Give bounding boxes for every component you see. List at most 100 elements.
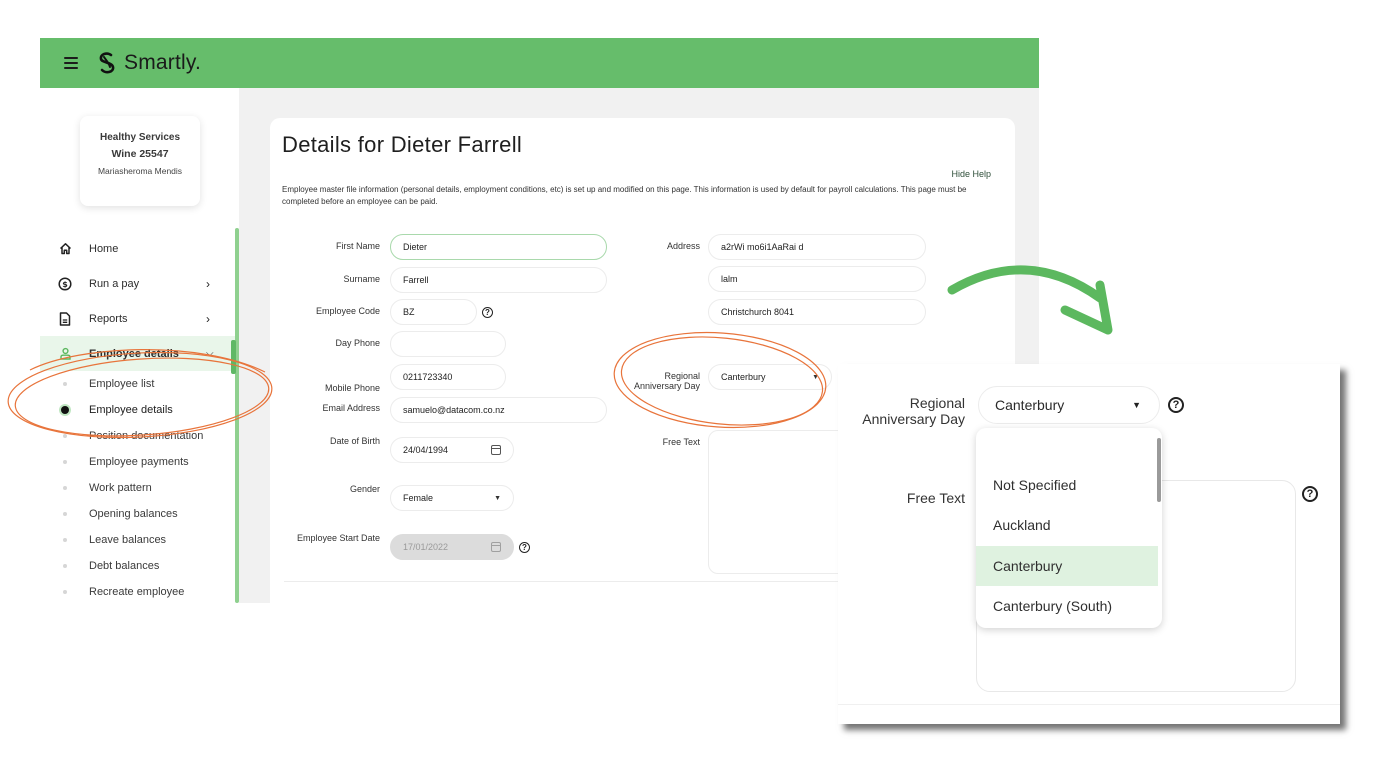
regional-anniversary-dropdown: Not Specified Auckland Canterbury Canter… (976, 428, 1162, 628)
caret-down-icon: ▼ (494, 494, 501, 502)
bullet-icon (63, 512, 67, 516)
bullet-icon (63, 590, 67, 594)
dropdown-option-not-specified[interactable]: Not Specified (976, 465, 1158, 505)
help-icon[interactable]: ? (1302, 486, 1318, 502)
surname-label: Surname (343, 274, 380, 284)
address-line1-input[interactable]: a2rWi mo6i1AaRai d (708, 234, 926, 260)
dropdown-scrollbar[interactable] (1157, 438, 1161, 502)
sidebar-subitem-work-pattern[interactable]: Work pattern (40, 475, 235, 501)
hamburger-icon[interactable] (64, 57, 78, 69)
email-label: Email Address (322, 403, 380, 413)
label-line: Regional (909, 395, 965, 411)
sidebar-item-label: Home (89, 242, 119, 255)
address-line2-input[interactable]: lalm (708, 266, 926, 292)
employee-code-label: Employee Code (315, 306, 380, 316)
svg-text:$: $ (62, 280, 68, 289)
callout-regional-select[interactable]: Canterbury ▼ (978, 386, 1160, 424)
sidebar-subitem-label: Recreate employee (89, 586, 185, 598)
employee-code-input[interactable]: BZ (390, 299, 477, 325)
sidebar-item-employee-details[interactable]: Employee details ⌵ (40, 336, 235, 371)
mobile-phone-label: Mobile Phone (324, 383, 380, 393)
start-date-value: 17/01/2022 (403, 542, 449, 552)
sidebar-subitem-opening-balances[interactable]: Opening balances (40, 501, 235, 527)
smartly-logo-icon (99, 52, 115, 74)
gender-label: Gender (349, 484, 380, 494)
sidebar-subitem-employee-list[interactable]: Employee list (40, 371, 235, 397)
sidebar-subitem-recreate-employee[interactable]: Recreate employee (40, 579, 235, 603)
help-icon[interactable]: ? (519, 542, 530, 553)
mobile-phone-input[interactable]: 0211723340 (390, 364, 506, 390)
calendar-icon (491, 542, 501, 552)
help-icon[interactable]: ? (1168, 397, 1184, 413)
day-phone-label: Day Phone (335, 338, 380, 348)
sidebar-item-home[interactable]: Home (40, 231, 235, 266)
caret-down-icon: ▼ (812, 373, 819, 381)
dropdown-option-canterbury[interactable]: Canterbury (976, 546, 1158, 586)
email-input[interactable]: samuelo@datacom.co.nz (390, 397, 607, 423)
callout-regional-label: Regional Anniversary Day (840, 395, 965, 427)
sidebar-subitem-position-documentation[interactable]: Position documentation (40, 423, 235, 449)
sidebar-subitem-label: Debt balances (89, 560, 160, 572)
bullet-icon (63, 486, 67, 490)
start-date-label: Employee Start Date (296, 533, 380, 543)
sidebar-subitem-label: Employee details (89, 404, 173, 416)
bullet-icon (63, 382, 67, 386)
free-text-label: Free Text (662, 437, 700, 447)
bullet-icon (63, 538, 67, 542)
top-bar: Smartly. (40, 38, 1039, 88)
dropdown-option-auckland[interactable]: Auckland (976, 505, 1158, 545)
sidebar-subitem-label: Opening balances (89, 508, 178, 520)
sidebar-item-run-a-pay[interactable]: $ Run a pay › (40, 266, 235, 301)
sidebar-subitem-debt-balances[interactable]: Debt balances (40, 553, 235, 579)
help-text: Employee master file information (person… (282, 185, 967, 206)
divider (838, 704, 1340, 705)
gender-select[interactable]: Female ▼ (390, 485, 514, 511)
brand[interactable]: Smartly. (96, 51, 201, 75)
sidebar-item-label: Employee details (89, 347, 179, 360)
sidebar-subitem-employee-payments[interactable]: Employee payments (40, 449, 235, 475)
page-title: Details for Dieter Farrell (282, 132, 523, 157)
bullet-icon (61, 406, 69, 414)
dropdown-option-canterbury-south[interactable]: Canterbury (South) (976, 586, 1158, 626)
sidebar-nav: Home $ Run a pay › Reports › Employee de… (40, 231, 235, 603)
first-name-input[interactable]: Dieter (390, 234, 607, 260)
gender-value: Female (403, 493, 434, 503)
dollar-icon: $ (58, 276, 72, 291)
home-icon (58, 242, 72, 256)
sidebar-subitem-label: Leave balances (89, 534, 167, 546)
sidebar-subitem-label: Position documentation (89, 430, 204, 442)
free-text-input[interactable] (708, 430, 848, 574)
company-card[interactable]: Healthy Services Wine 25547 Mariasheroma… (80, 116, 200, 206)
document-icon (58, 311, 72, 326)
day-phone-input[interactable] (390, 331, 506, 357)
divider (284, 581, 844, 582)
regional-anniversary-select[interactable]: Canterbury ▼ (708, 364, 832, 390)
surname-input[interactable]: Farrell (390, 267, 607, 293)
sidebar-subitem-leave-balances[interactable]: Leave balances (40, 527, 235, 553)
sidebar-scrollbar-thumb[interactable] (231, 340, 236, 374)
first-name-label: First Name (335, 241, 380, 251)
sidebar-subitem-label: Work pattern (89, 482, 152, 494)
regional-anniversary-label: Regional Anniversary Day (590, 371, 700, 391)
sidebar-item-label: Run a pay (89, 277, 140, 290)
label-line: Regional (664, 371, 700, 381)
address-label: Address (666, 241, 700, 251)
sidebar-item-label: Reports (89, 312, 128, 325)
dob-input[interactable]: 24/04/1994 (390, 437, 514, 463)
help-icon[interactable]: ? (482, 307, 493, 318)
bullet-icon (63, 460, 67, 464)
sidebar-subitem-label: Employee payments (89, 456, 189, 468)
sidebar-scrollbar[interactable] (235, 228, 239, 603)
address-line3-input[interactable]: Christchurch 8041 (708, 299, 926, 325)
hide-help-link[interactable]: Hide Help (951, 169, 991, 179)
sidebar-item-reports[interactable]: Reports › (40, 301, 235, 336)
bullet-icon (63, 434, 67, 438)
user-name: Mariasheroma Mendis (97, 166, 183, 176)
calendar-icon[interactable] (491, 445, 501, 455)
person-icon (58, 347, 72, 361)
company-name: Healthy Services (99, 132, 181, 143)
dob-value: 24/04/1994 (403, 445, 449, 455)
sidebar-subitem-employee-details[interactable]: Employee details (40, 397, 235, 423)
start-date-input: 17/01/2022 (390, 534, 514, 560)
chevron-right-icon: › (206, 311, 210, 326)
